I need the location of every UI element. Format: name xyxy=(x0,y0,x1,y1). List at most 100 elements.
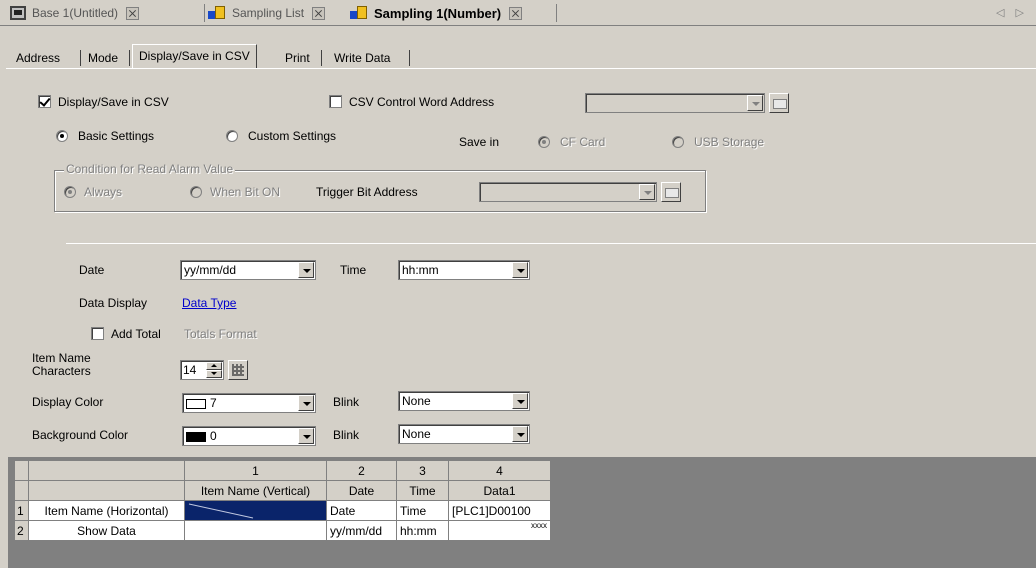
tab-address[interactable]: Address xyxy=(12,48,64,68)
row-number: 2 xyxy=(14,520,29,541)
column-header: Data1 xyxy=(448,480,551,501)
grid-column-number-row: 1 2 3 4 xyxy=(14,460,551,481)
date-label: Date xyxy=(79,263,105,277)
trigger-bit-address-input[interactable] xyxy=(479,182,657,202)
always-label: Always xyxy=(84,185,123,199)
chevron-down-icon[interactable] xyxy=(298,395,314,411)
table-cell[interactable]: yy/mm/dd xyxy=(326,520,397,541)
column-header: Item Name (Vertical) xyxy=(184,480,327,501)
close-icon[interactable] xyxy=(509,6,523,20)
tab-scroll-arrows[interactable]: ◁ ▷ xyxy=(996,6,1028,19)
grid-header-row: Item Name (Vertical) Date Time Data1 xyxy=(14,480,551,501)
when-bit-on-radio[interactable] xyxy=(190,186,202,198)
tab-divider xyxy=(556,4,557,22)
doc-tab-sampling-list[interactable]: Sampling List xyxy=(208,2,326,24)
data-display-label: Data Display xyxy=(79,296,148,310)
doc-tab-sampling-1[interactable]: Sampling 1(Number) xyxy=(350,2,523,24)
time-format-select[interactable]: hh:mm xyxy=(398,260,530,280)
background-color-label: Background Color xyxy=(32,428,129,442)
usb-storage-label: USB Storage xyxy=(694,135,765,149)
data-type-link[interactable]: Data Type xyxy=(182,295,236,311)
tab-display-save-csv[interactable]: Display/Save in CSV xyxy=(132,44,257,68)
column-number: 1 xyxy=(184,460,327,481)
close-icon[interactable] xyxy=(126,6,140,20)
condition-group-legend: Condition for Read Alarm Value xyxy=(64,161,236,177)
display-color-label: Display Color xyxy=(32,395,104,409)
display-save-csv-label: Display/Save in CSV xyxy=(58,95,169,109)
display-save-csv-checkbox[interactable] xyxy=(38,95,51,108)
usb-storage-radio[interactable] xyxy=(672,136,684,148)
table-cell[interactable]: [PLC1]D00100 xyxy=(448,500,551,521)
selected-cell[interactable] xyxy=(184,500,327,521)
chevron-down-icon[interactable] xyxy=(512,426,528,442)
combo-value: hh:mm xyxy=(402,263,439,277)
display-color-select[interactable]: 7 xyxy=(182,393,316,413)
tab-divider xyxy=(80,50,81,66)
stepper-value: 14 xyxy=(183,363,197,377)
column-number: 3 xyxy=(396,460,449,481)
keypad-icon[interactable] xyxy=(228,360,248,380)
sampling-icon xyxy=(350,5,368,21)
tab-mode[interactable]: Mode xyxy=(84,48,122,68)
display-blink-label: Blink xyxy=(333,395,360,409)
add-total-label: Add Total xyxy=(111,327,161,341)
table-cell[interactable]: Time xyxy=(396,500,449,521)
table-cell[interactable]: hh:mm xyxy=(396,520,449,541)
cf-card-radio[interactable] xyxy=(538,136,550,148)
basic-settings-radio[interactable] xyxy=(56,130,68,142)
chevron-down-icon[interactable] xyxy=(298,262,314,278)
close-icon[interactable] xyxy=(312,6,326,20)
chevron-down-icon[interactable] xyxy=(639,184,655,200)
background-blink-label: Blink xyxy=(333,428,360,442)
table-cell[interactable]: Date xyxy=(326,500,397,521)
tab-divider xyxy=(129,50,130,66)
trigger-bit-address-label: Trigger Bit Address xyxy=(316,185,418,199)
combo-value: None xyxy=(402,427,431,441)
tab-print[interactable]: Print xyxy=(281,48,314,68)
base-screen-icon xyxy=(10,6,26,20)
grid-corner xyxy=(14,480,29,501)
keypad-button[interactable] xyxy=(769,93,789,113)
cf-card-label: CF Card xyxy=(560,135,606,149)
color-swatch xyxy=(186,398,206,409)
column-header: Time xyxy=(396,480,449,501)
row-name[interactable]: Show Data xyxy=(28,520,185,541)
spin-down-icon[interactable] xyxy=(206,370,222,378)
preview-grid: 1 2 3 4 Item Name (Vertical) Date Time D… xyxy=(14,460,551,541)
tab-write-data[interactable]: Write Data xyxy=(330,48,394,68)
chevron-down-icon[interactable] xyxy=(747,95,763,111)
display-blink-select[interactable]: None xyxy=(398,391,530,411)
table-row: 1 Item Name (Horizontal) Date Time [PLC1… xyxy=(14,500,551,521)
csv-control-word-address-input[interactable] xyxy=(585,93,765,113)
doc-tab-label: Base 1(Untitled) xyxy=(32,6,119,20)
tab-divider xyxy=(321,50,322,66)
table-cell[interactable]: xxxx xyxy=(448,520,551,541)
row-name[interactable]: Item Name (Horizontal) xyxy=(28,500,185,521)
date-format-select[interactable]: yy/mm/dd xyxy=(180,260,316,280)
column-number: 2 xyxy=(326,460,397,481)
doc-tab-base[interactable]: Base 1(Untitled) xyxy=(10,2,140,24)
save-in-label: Save in xyxy=(459,135,500,149)
row-number: 1 xyxy=(14,500,29,521)
column-number: 4 xyxy=(448,460,551,481)
section-divider xyxy=(66,243,1036,244)
csv-control-word-checkbox[interactable] xyxy=(329,95,342,108)
doc-tab-label: Sampling List xyxy=(232,6,305,20)
add-total-checkbox[interactable] xyxy=(91,327,104,340)
chevron-down-icon[interactable] xyxy=(298,428,314,444)
spin-up-icon[interactable] xyxy=(206,362,222,370)
basic-settings-label: Basic Settings xyxy=(78,129,155,143)
tab-divider xyxy=(409,50,410,66)
keypad-button[interactable] xyxy=(661,182,681,202)
background-blink-select[interactable]: None xyxy=(398,424,530,444)
always-radio[interactable] xyxy=(64,186,76,198)
combo-value: 0 xyxy=(210,429,217,443)
background-color-select[interactable]: 0 xyxy=(182,426,316,446)
chevron-down-icon[interactable] xyxy=(512,393,528,409)
custom-settings-radio[interactable] xyxy=(226,130,238,142)
item-name-characters-stepper[interactable]: 14 xyxy=(180,360,224,380)
when-bit-on-label: When Bit ON xyxy=(210,185,281,199)
table-cell[interactable] xyxy=(184,520,327,541)
chevron-down-icon[interactable] xyxy=(512,262,528,278)
table-row: 2 Show Data yy/mm/dd hh:mm xxxx xyxy=(14,520,551,541)
